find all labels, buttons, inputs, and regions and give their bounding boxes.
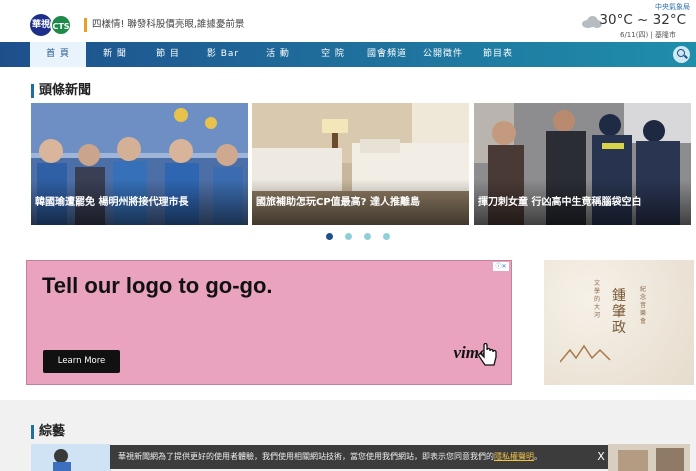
promo-banner[interactable]: 文學的大河 鍾肇政 紀念音樂會: [544, 260, 694, 385]
carousel-dot[interactable]: [345, 233, 352, 240]
promo-title: 鍾肇政: [612, 288, 626, 336]
variety-thumbnail[interactable]: [608, 444, 690, 471]
cts-logo[interactable]: 華視 CTS: [30, 14, 72, 36]
nav-item-news[interactable]: 新 聞: [95, 42, 135, 67]
search-icon[interactable]: [673, 46, 690, 63]
ad-headline: Tell our logo to go-go.: [42, 273, 273, 298]
temperature-range: 30°C ~ 32°C: [599, 12, 686, 28]
mountain-illustration: [560, 344, 611, 363]
headline-card[interactable]: 揮刀刺女童 行凶高中生竟稱腦袋空白: [474, 103, 691, 225]
logo-badge-b: CTS: [50, 14, 72, 36]
carousel-dot[interactable]: [326, 233, 333, 240]
news-ticker[interactable]: 四樣情! 聯發科股價亮眼,誰據憂前景: [84, 18, 244, 32]
cookie-text: 華視新聞網為了提供更好的使用者體驗，我們使用相關網站技術，當您使用我們網站，即表…: [118, 452, 494, 461]
headline-caption-bg: 揮刀刺女童 行凶高中生竟稱腦袋空白: [474, 179, 691, 225]
nav-item-home[interactable]: 首 頁: [30, 42, 86, 67]
nav-item-events[interactable]: 活 動: [257, 42, 299, 67]
top-header: 華視 CTS 四樣情! 聯發科股價亮眼,誰據憂前景 中央氣象局 30°C ~ 3…: [0, 0, 696, 42]
headline-caption[interactable]: 韓國瑜遭罷免 楊明州將接代理市長: [35, 193, 188, 208]
carousel-dot[interactable]: [364, 233, 371, 240]
hand-cursor-icon: [477, 343, 497, 366]
privacy-policy-link[interactable]: 隱私權聲明: [494, 452, 534, 461]
cookie-text-tail: 。: [534, 452, 542, 461]
nav-item-submissions[interactable]: 公開徵件: [420, 42, 466, 67]
cookie-consent-bar: 華視新聞網為了提供更好的使用者體驗，我們使用相關網站技術，當您使用我們網站，即表…: [110, 445, 608, 469]
nav-item-parliament[interactable]: 國會頻道: [365, 42, 409, 67]
headline-caption[interactable]: 國旅補助怎玩CP值最高? 達人推離島: [256, 193, 420, 208]
variety-thumbnail[interactable]: [31, 444, 111, 471]
headline-caption-bg: 韓國瑜遭罷免 楊明州將接代理市長: [31, 179, 248, 225]
vimeo-ad-banner[interactable]: ⓘ✕ Tell our logo to go-go. Learn More vi…: [26, 260, 512, 385]
headline-card[interactable]: 國旅補助怎玩CP值最高? 達人推離島: [252, 103, 469, 225]
promo-subtitle-left: 文學的大河: [594, 280, 601, 319]
headline-caption[interactable]: 揮刀刺女童 行凶高中生竟稱腦袋空白: [478, 193, 641, 208]
close-icon[interactable]: X: [594, 445, 608, 469]
carousel-dot[interactable]: [383, 233, 390, 240]
promo-subtitle-right: 紀念音樂會: [640, 286, 647, 325]
weather-widget: 中央氣象局 30°C ~ 32°C 6/11(四) | 基隆市: [580, 2, 690, 40]
learn-more-button[interactable]: Learn More: [43, 350, 120, 373]
weather-date-city: 6/11(四) | 基隆市: [620, 31, 676, 39]
variety-title: 綜藝: [31, 425, 65, 439]
nav-item-programs[interactable]: 節 目: [147, 42, 189, 67]
headline-card[interactable]: 韓國瑜遭罷免 楊明州將接代理市長: [31, 103, 248, 225]
headlines-title: 頭條新聞: [31, 84, 91, 98]
weather-source[interactable]: 中央氣象局: [655, 2, 690, 12]
logo-badge-a: 華視: [30, 14, 52, 36]
nav-item-ying-bar[interactable]: 影 Bar: [202, 42, 244, 67]
main-nav: 首 頁 新 聞 節 目 影 Bar 活 動 空 院 國會頻道 公開徵件 節目表: [0, 42, 696, 67]
nav-item-schedule[interactable]: 節目表: [479, 42, 517, 67]
ad-choices-icon[interactable]: ⓘ✕: [493, 262, 509, 271]
nav-item-academy[interactable]: 空 院: [312, 42, 354, 67]
headline-caption-bg: 國旅補助怎玩CP值最高? 達人推離島: [252, 179, 469, 225]
